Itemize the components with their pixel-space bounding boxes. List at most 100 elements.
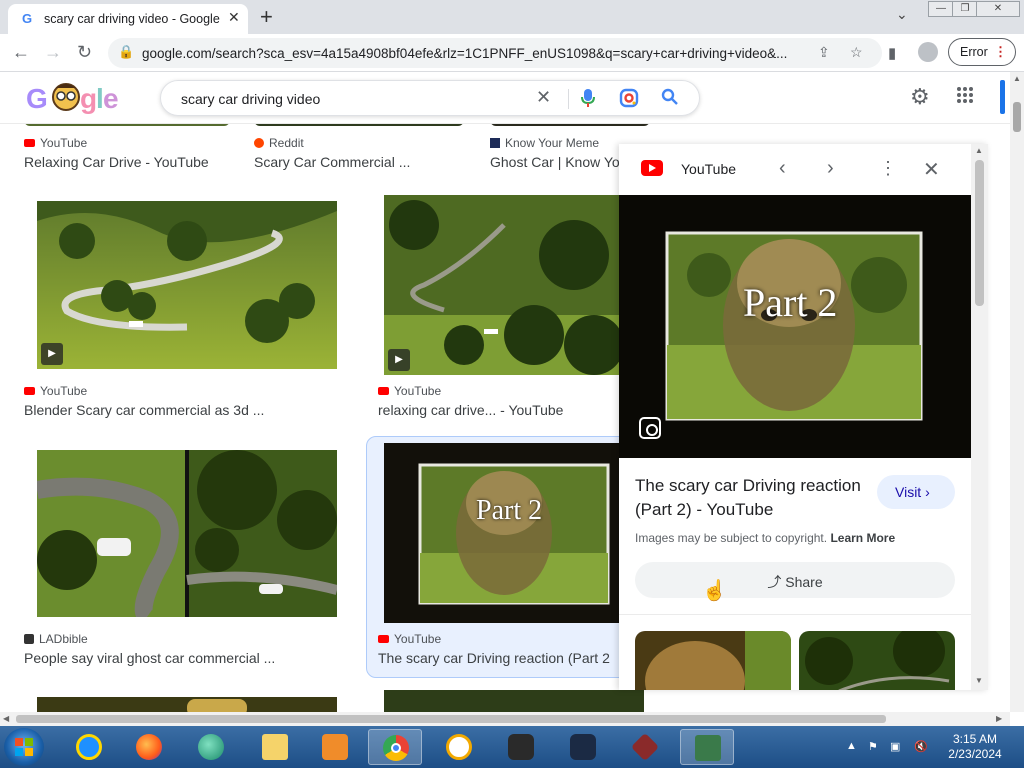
page-vertical-scrollbar[interactable]: ▲: [1010, 72, 1024, 712]
result-source[interactable]: YouTube: [378, 384, 441, 398]
share-button[interactable]: ⤴ Share: [635, 562, 955, 598]
reload-icon[interactable]: ↻: [77, 42, 92, 63]
close-window-icon[interactable]: ✕: [976, 1, 1020, 17]
taskbar-world-of-warships[interactable]: [556, 729, 610, 765]
video-play-icon: ▶: [41, 343, 63, 365]
forward-icon[interactable]: →: [44, 42, 62, 63]
minimize-icon[interactable]: —: [928, 1, 954, 17]
result-source[interactable]: LADbible: [24, 632, 88, 646]
address-bar[interactable]: 🔒 google.com/search?sca_esv=4a15a4908bf0…: [108, 38, 882, 68]
sign-in-indicator[interactable]: [1000, 80, 1005, 114]
result-title[interactable]: Relaxing Car Drive - YouTube: [24, 154, 244, 170]
taskbar-clock[interactable]: 3:15 AM 2/23/2024: [930, 732, 1020, 762]
error-label: Error: [960, 45, 988, 59]
preview-overlay-text: Part 2: [743, 280, 838, 325]
taskbar-internet-explorer[interactable]: [62, 729, 116, 765]
share-icon: ⤴: [767, 574, 786, 590]
result-thumbnail[interactable]: ▶: [37, 201, 337, 369]
taskbar-app[interactable]: [184, 729, 238, 765]
panel-scroll-thumb[interactable]: [975, 160, 984, 306]
side-panel-icon[interactable]: ▮: [888, 44, 896, 62]
taskbar-system-app[interactable]: [680, 729, 734, 765]
taskbar-chrome[interactable]: [368, 729, 422, 765]
result-title[interactable]: Scary Car Commercial ...: [254, 154, 474, 170]
new-tab-icon[interactable]: +: [260, 4, 273, 30]
google-lens-icon[interactable]: [619, 88, 639, 113]
result-source[interactable]: YouTube: [24, 384, 87, 398]
related-image[interactable]: [635, 631, 791, 690]
result-thumbnail[interactable]: Part 2: [384, 443, 619, 623]
show-hidden-icons-icon[interactable]: ▲: [846, 740, 857, 752]
search-input[interactable]: scary car driving video ✕: [160, 80, 700, 116]
scroll-down-icon[interactable]: ▼: [975, 676, 983, 685]
scroll-left-icon[interactable]: ◀: [3, 714, 9, 723]
result-thumbnail[interactable]: [24, 124, 230, 126]
restore-icon[interactable]: ❐: [952, 1, 978, 17]
tab-search-chevron-icon[interactable]: ⌄: [896, 6, 908, 23]
back-icon[interactable]: ←: [12, 42, 30, 63]
scroll-up-icon[interactable]: ▲: [975, 146, 983, 155]
taskbar-world-of-tanks[interactable]: [494, 729, 548, 765]
result-thumbnail[interactable]: [490, 124, 650, 126]
clock-date: 2/23/2024: [948, 747, 1002, 761]
lock-icon[interactable]: 🔒: [118, 44, 134, 60]
youtube-icon: [378, 635, 389, 643]
scroll-right-icon[interactable]: ▶: [996, 714, 1002, 723]
google-doodle-logo[interactable]: G g l e: [26, 80, 119, 123]
scroll-up-icon[interactable]: ▲: [1013, 74, 1021, 83]
panel-scrollbar[interactable]: ▲ ▼: [971, 144, 988, 690]
source-label: Know Your Meme: [505, 136, 600, 150]
page-scroll-thumb[interactable]: [1013, 102, 1021, 132]
panel-source[interactable]: YouTube: [681, 161, 736, 177]
search-query[interactable]: scary car driving video: [181, 91, 320, 107]
horizontal-scroll-thumb[interactable]: [16, 715, 886, 723]
apps-grid-icon[interactable]: [956, 86, 974, 110]
result-source[interactable]: Reddit: [254, 136, 304, 150]
browser-tab[interactable]: G scary car driving video - Google ✕: [8, 4, 248, 34]
panel-title[interactable]: The scary car Driving reaction (Part 2) …: [635, 474, 865, 522]
result-thumbnail[interactable]: [384, 690, 644, 712]
network-icon[interactable]: ▣: [890, 740, 900, 753]
result-title[interactable]: People say viral ghost car commercial ..…: [24, 650, 354, 666]
result-title[interactable]: Ghost Car | Know Yo: [490, 154, 619, 170]
error-button[interactable]: Error ⋮: [948, 38, 1016, 66]
close-tab-icon[interactable]: ✕: [228, 9, 240, 26]
result-thumbnail[interactable]: [37, 697, 337, 712]
previous-chevron-icon[interactable]: ‹: [779, 157, 786, 180]
search-icon[interactable]: [661, 88, 679, 111]
result-source[interactable]: Know Your Meme: [490, 136, 599, 150]
clear-search-icon[interactable]: ✕: [536, 87, 551, 108]
close-panel-icon[interactable]: ✕: [923, 157, 940, 182]
more-options-icon[interactable]: ⋮: [879, 158, 897, 179]
result-thumbnail[interactable]: [37, 450, 337, 617]
action-center-flag-icon[interactable]: ⚑: [868, 740, 878, 753]
settings-gear-icon[interactable]: ⚙: [910, 84, 930, 110]
result-title[interactable]: Blender Scary car commercial as 3d ...: [24, 402, 354, 418]
source-label: Reddit: [269, 136, 304, 150]
taskbar-vpn[interactable]: [432, 729, 486, 765]
volume-muted-icon[interactable]: 🔇: [914, 740, 928, 753]
next-chevron-icon[interactable]: ›: [827, 157, 834, 180]
visit-button[interactable]: Visit ›: [877, 475, 955, 509]
start-button[interactable]: [4, 728, 44, 766]
result-thumbnail[interactable]: ▶: [384, 195, 619, 375]
result-source[interactable]: YouTube: [378, 632, 441, 646]
voice-search-mic-icon[interactable]: [581, 88, 595, 113]
bookmark-star-icon[interactable]: ☆: [850, 44, 863, 61]
taskbar-file-explorer[interactable]: [248, 729, 302, 765]
taskbar-firefox[interactable]: [122, 729, 176, 765]
page-horizontal-scrollbar[interactable]: ◀ ▶: [0, 712, 1010, 726]
result-source[interactable]: YouTube: [24, 136, 87, 150]
url-text[interactable]: google.com/search?sca_esv=4a15a4908bf04e…: [142, 46, 802, 61]
result-title[interactable]: relaxing car drive... - YouTube: [378, 402, 619, 418]
result-title[interactable]: The scary car Driving reaction (Part 2: [378, 650, 619, 666]
preview-image[interactable]: Part 2: [619, 195, 971, 458]
taskbar-media-player[interactable]: [308, 729, 362, 765]
learn-more-link[interactable]: Learn More: [830, 531, 895, 545]
result-thumbnail[interactable]: [254, 124, 464, 126]
taskbar-game[interactable]: [618, 729, 672, 765]
share-page-icon[interactable]: ⇪: [818, 44, 830, 61]
related-image[interactable]: [799, 631, 955, 690]
lens-search-icon[interactable]: [639, 417, 661, 439]
profile-avatar-icon[interactable]: [918, 42, 938, 62]
